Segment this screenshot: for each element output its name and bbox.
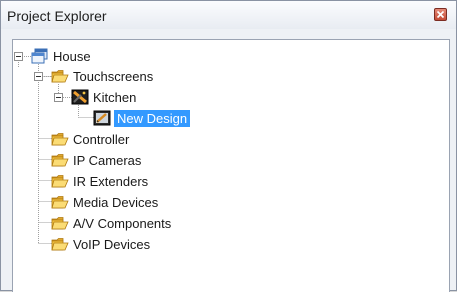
tree-node-label: Touchscreens: [73, 69, 154, 84]
tree-node-ip-cameras[interactable]: IP Cameras: [51, 151, 201, 170]
project-tree[interactable]: House Touchscreens Kitchen New Design Co…: [12, 39, 450, 292]
close-icon[interactable]: [434, 8, 447, 21]
design-icon: [93, 110, 111, 126]
panel-title: Project Explorer: [7, 8, 107, 24]
folder-icon: [51, 154, 69, 167]
tree-node-label: IR Extenders: [73, 174, 149, 189]
project-explorer-panel: Project Explorer House Touchscreens Kitc…: [0, 0, 457, 292]
tree-node-touchscreens[interactable]: Touchscreens: [51, 67, 201, 86]
tree-node-label: A/V Components: [73, 216, 172, 231]
tree-node-media-devices[interactable]: Media Devices: [51, 193, 201, 212]
tree-node-label-selected: New Design: [114, 110, 191, 127]
tree-node-label: IP Cameras: [73, 153, 142, 168]
house-window-icon: [31, 48, 48, 64]
tree-node-controller[interactable]: Controller: [51, 130, 201, 149]
collapse-toggle-kitchen[interactable]: [54, 93, 63, 102]
tree-node-new-design[interactable]: New Design: [93, 109, 233, 128]
panel-header: Project Explorer: [1, 1, 456, 29]
tree-node-label: VoIP Devices: [73, 237, 151, 252]
tree-node-label: House: [53, 49, 91, 64]
tree-node-label: Controller: [73, 132, 130, 147]
tree-node-voip-devices[interactable]: VoIP Devices: [51, 235, 201, 254]
folder-icon: [51, 238, 69, 251]
folder-icon: [51, 175, 69, 188]
tree-node-house[interactable]: House: [31, 47, 151, 66]
folder-icon: [51, 217, 69, 230]
tree-node-kitchen[interactable]: Kitchen: [71, 88, 191, 107]
folder-icon: [51, 133, 69, 146]
tree-node-av-components[interactable]: A/V Components: [51, 214, 221, 233]
tree-node-ir-extenders[interactable]: IR Extenders: [51, 172, 201, 191]
collapse-toggle-house[interactable]: [14, 52, 23, 61]
folder-icon: [51, 196, 69, 209]
folder-icon: [51, 70, 69, 83]
tree-node-label: Kitchen: [93, 90, 137, 105]
tree-node-label: Media Devices: [73, 195, 159, 210]
touchscreen-device-icon: [71, 89, 89, 105]
collapse-toggle-touchscreens[interactable]: [34, 72, 43, 81]
